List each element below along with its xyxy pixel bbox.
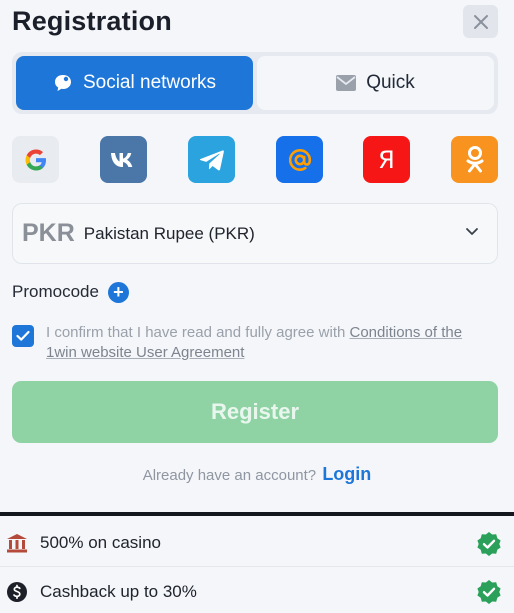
tab-social-networks-label: Social networks (82, 72, 217, 93)
register-button[interactable]: Register (12, 381, 498, 443)
bonus-item: 500% on casino (0, 520, 514, 567)
ok-icon (466, 145, 483, 172)
agreement-text: I confirm that I have read and fully agr… (46, 323, 486, 363)
mail-login-button[interactable] (276, 136, 323, 183)
chat-bubble-icon (54, 75, 71, 91)
google-icon (25, 149, 46, 170)
registration-tabs: Social networks Quick (12, 52, 498, 114)
tab-quick-label: Quick (366, 72, 415, 93)
tab-quick[interactable]: Quick (257, 56, 494, 110)
verified-check-icon (477, 580, 501, 604)
currency-select[interactable]: PKR Pakistan Rupee (PKR) (12, 203, 498, 264)
social-login-list: Я (12, 136, 502, 184)
bonus-text: Cashback up to 30% (40, 581, 197, 601)
account-question: Already have an account? (142, 467, 317, 484)
google-login-button[interactable] (12, 136, 59, 183)
odnoklassniki-login-button[interactable] (451, 136, 498, 183)
vk-login-button[interactable] (100, 136, 147, 183)
verified-check-icon (477, 532, 501, 556)
yandex-login-button[interactable]: Я (363, 136, 410, 183)
header: Registration (0, 0, 514, 46)
tab-social-networks[interactable]: Social networks (16, 56, 253, 110)
yandex-icon: Я (378, 145, 395, 174)
agreement-checkbox[interactable] (12, 325, 34, 347)
agreement-statement: I confirm that I have read and fully agr… (46, 324, 350, 341)
currency-code: PKR (22, 219, 75, 247)
casino-icon (6, 532, 28, 554)
page-title: Registration (12, 6, 172, 36)
checkmark-icon (16, 330, 30, 341)
section-divider (0, 512, 514, 516)
promocode-row: Promocode + (12, 281, 129, 303)
bonus-item: Cashback up to 30% (0, 568, 514, 613)
mail-at-icon (288, 148, 311, 171)
cashback-icon (6, 581, 28, 603)
agreement-row: I confirm that I have read and fully agr… (12, 322, 492, 362)
vk-icon (110, 152, 132, 167)
telegram-login-button[interactable] (188, 136, 235, 183)
bonus-text: 500% on casino (40, 533, 161, 552)
chevron-down-icon (466, 228, 478, 235)
telegram-icon (199, 149, 224, 170)
add-promocode-button[interactable]: + (107, 281, 129, 303)
envelope-icon (336, 75, 357, 91)
account-prompt: Already have an account? Login (0, 464, 514, 485)
close-icon (473, 14, 488, 29)
promocode-label: Promocode (12, 282, 99, 301)
close-button[interactable] (463, 5, 498, 38)
currency-name: Pakistan Rupee (PKR) (83, 223, 255, 243)
login-link[interactable]: Login (322, 464, 371, 484)
